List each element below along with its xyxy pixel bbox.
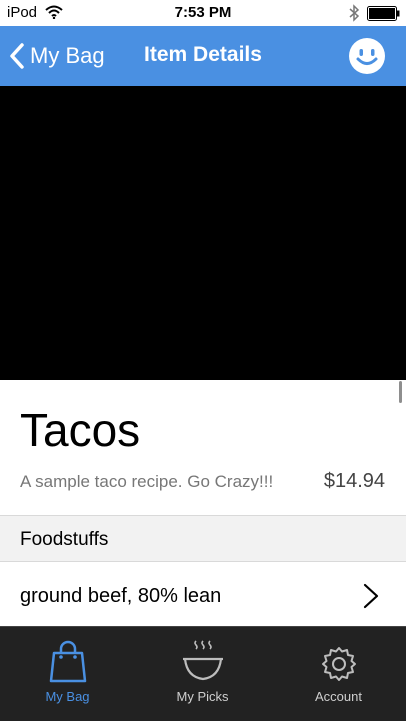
tab-my-picks[interactable]: My Picks — [135, 627, 270, 721]
item-description: A sample taco recipe. Go Crazy!!! — [20, 472, 274, 491]
bluetooth-icon — [349, 4, 360, 22]
tab-label: My Picks — [176, 689, 229, 704]
gear-icon — [321, 647, 356, 681]
tab-my-bag[interactable]: My Bag — [0, 627, 135, 721]
steaming-bowl-icon — [182, 640, 223, 681]
list-item-label: ground beef, 80% lean — [20, 585, 222, 607]
shopping-bag-icon — [49, 640, 86, 683]
smiley-icon[interactable] — [349, 38, 385, 74]
page-title: Item Details — [144, 43, 262, 66]
chevron-right-icon — [363, 583, 379, 609]
tab-account[interactable]: Account — [271, 627, 406, 721]
scroll-indicator[interactable] — [399, 381, 402, 403]
tab-label: Account — [315, 689, 362, 704]
section-header-label: Foodstuffs — [20, 529, 109, 550]
item-title: Tacos — [20, 404, 141, 456]
status-bar: iPod 7:53 PM — [0, 0, 406, 26]
list-item[interactable]: ground beef, 80% lean — [0, 562, 406, 626]
item-image — [0, 86, 406, 380]
item-price: $14.94 — [323, 470, 385, 492]
tab-label: My Bag — [45, 689, 90, 704]
status-time: 7:53 PM — [174, 4, 232, 21]
tab-bar: My Bag My Picks Account — [0, 626, 406, 721]
navigation-bar: My Bag Item Details — [0, 26, 406, 86]
section-header: Foodstuffs — [0, 515, 406, 562]
battery-icon — [367, 6, 400, 21]
